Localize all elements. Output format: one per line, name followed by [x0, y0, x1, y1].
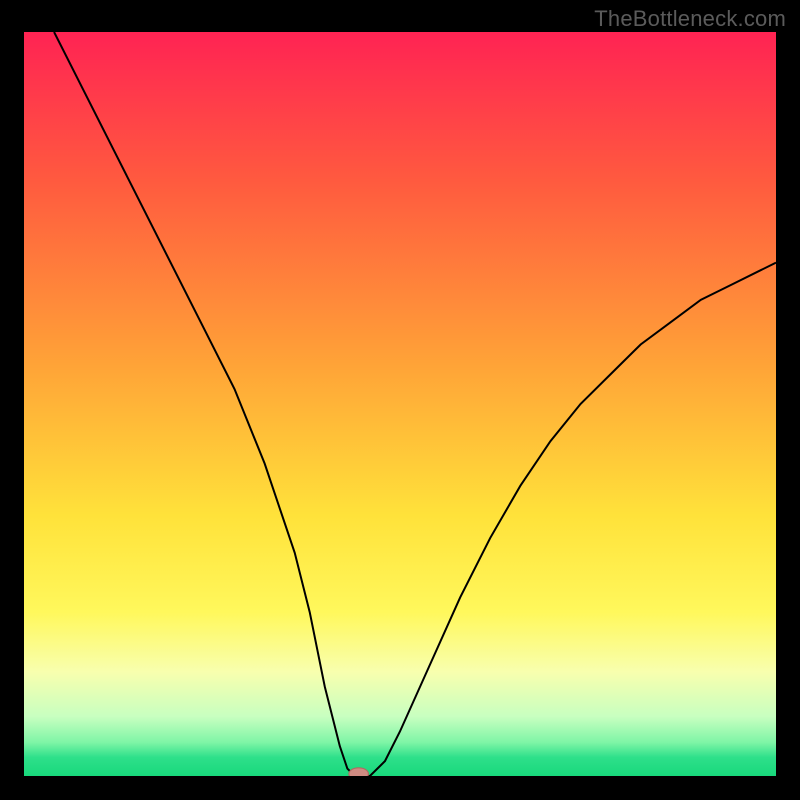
plot-area	[24, 32, 776, 776]
optimum-marker	[349, 768, 369, 776]
watermark-text: TheBottleneck.com	[594, 6, 786, 32]
gradient-bg	[24, 32, 776, 776]
plot-svg	[24, 32, 776, 776]
chart-stage: TheBottleneck.com	[0, 0, 800, 800]
